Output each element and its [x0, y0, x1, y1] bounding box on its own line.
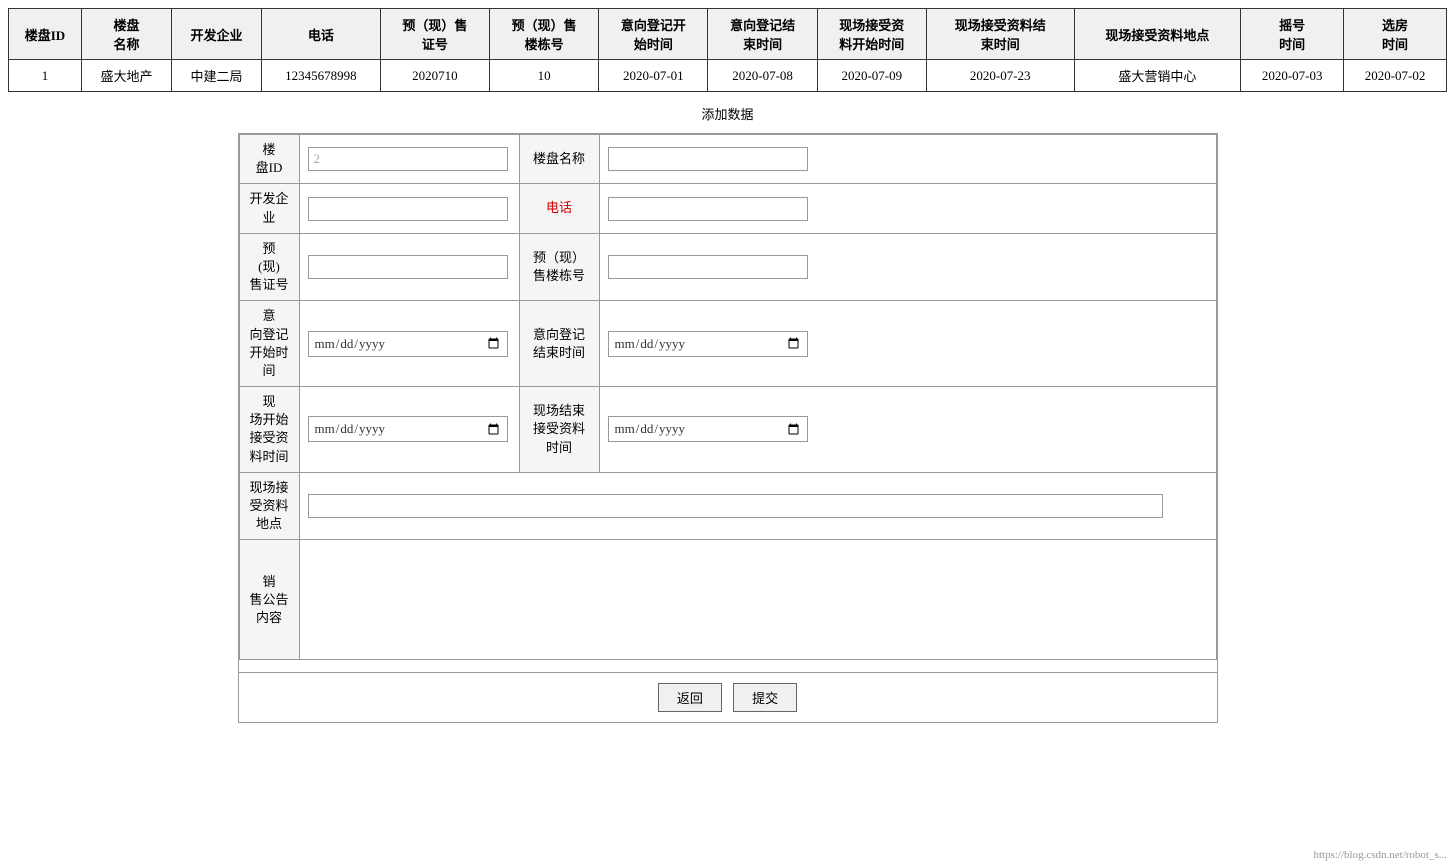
- label-phone: 电话: [519, 184, 599, 233]
- cell-recv-start: 2020-07-09: [817, 60, 926, 92]
- col-header-lottery: 摇号时间: [1241, 9, 1344, 60]
- cell-reg-end: 2020-07-08: [708, 60, 817, 92]
- col-header-recv-end: 现场接受资料结束时间: [926, 9, 1074, 60]
- label-sale-content: 销售公告内容: [239, 540, 299, 660]
- col-header-name: 楼盘名称: [81, 9, 171, 60]
- developer-input[interactable]: [308, 197, 508, 221]
- table-row: 1 盛大地产 中建二局 12345678998 2020710 10 2020-…: [9, 60, 1447, 92]
- label-reg-start: 意向登记开始时间: [239, 301, 299, 387]
- input-cell-reg-start: [299, 301, 519, 387]
- add-data-form: 楼盘ID 楼盘名称 开发企业 电话: [238, 133, 1218, 723]
- reg-start-input[interactable]: [308, 331, 508, 357]
- building-input[interactable]: [608, 255, 808, 279]
- label-reg-end: 意向登记结束时间: [519, 301, 599, 387]
- watermark: https://blog.csdn.net/robot_s...: [1313, 849, 1447, 861]
- input-cell-cert: [299, 233, 519, 301]
- form-row-6: 现场接受资料地点: [239, 472, 1216, 540]
- col-header-location: 现场接受资料地点: [1074, 9, 1241, 60]
- col-header-cert: 预（现）售证号: [380, 9, 489, 60]
- form-table: 楼盘ID 楼盘名称 开发企业 电话: [239, 134, 1217, 672]
- col-header-recv-start: 现场接受资料开始时间: [817, 9, 926, 60]
- cell-phone: 12345678998: [262, 60, 381, 92]
- input-cell-sale-content: [299, 540, 1216, 660]
- form-row-3: 预(现)售证号 预（现）售楼栋号: [239, 233, 1216, 301]
- label-developer: 开发企业: [239, 184, 299, 233]
- cell-id: 1: [9, 60, 82, 92]
- sale-content-textarea[interactable]: [300, 553, 1216, 643]
- col-header-developer: 开发企业: [172, 9, 262, 60]
- main-data-table: 楼盘ID 楼盘名称 开发企业 电话 预（现）售证号 预（现）售楼栋号 意向登记开…: [8, 8, 1447, 92]
- input-cell-developer: [299, 184, 519, 233]
- input-cell-reg-end: [599, 301, 1216, 387]
- form-row-4: 意向登记开始时间 意向登记结束时间: [239, 301, 1216, 387]
- loupan-id-input[interactable]: [308, 147, 508, 171]
- recv-start-input[interactable]: [308, 416, 508, 442]
- input-cell-building: [599, 233, 1216, 301]
- cell-name: 盛大地产: [81, 60, 171, 92]
- cell-reg-start: 2020-07-01: [599, 60, 708, 92]
- cert-input[interactable]: [308, 255, 508, 279]
- recv-end-input[interactable]: [608, 416, 808, 442]
- input-cell-recv-end: [599, 387, 1216, 473]
- label-location: 现场接受资料地点: [239, 472, 299, 540]
- label-recv-start: 现场开始接受资料时间: [239, 387, 299, 473]
- col-header-phone: 电话: [262, 9, 381, 60]
- add-data-label: 添加数据: [8, 104, 1447, 123]
- col-header-id: 楼盘ID: [9, 9, 82, 60]
- col-header-select: 选房时间: [1344, 9, 1447, 60]
- cell-recv-end: 2020-07-23: [926, 60, 1074, 92]
- reg-end-input[interactable]: [608, 331, 808, 357]
- form-row-spacer: [239, 660, 1216, 673]
- cell-location: 盛大营销中心: [1074, 60, 1241, 92]
- loupan-name-input[interactable]: [608, 147, 808, 171]
- input-cell-recv-start: [299, 387, 519, 473]
- cell-select: 2020-07-02: [1344, 60, 1447, 92]
- col-header-building: 预（现）售楼栋号: [490, 9, 599, 60]
- location-input[interactable]: [308, 494, 1163, 518]
- input-cell-phone: [599, 184, 1216, 233]
- cell-developer: 中建二局: [172, 60, 262, 92]
- cell-cert: 2020710: [380, 60, 489, 92]
- form-row-1: 楼盘ID 楼盘名称: [239, 135, 1216, 184]
- form-row-2: 开发企业 电话: [239, 184, 1216, 233]
- form-row-5: 现场开始接受资料时间 现场结束接受资料时间: [239, 387, 1216, 473]
- label-building: 预（现）售楼栋号: [519, 233, 599, 301]
- submit-button[interactable]: 提交: [733, 683, 797, 712]
- input-cell-location: [299, 472, 1216, 540]
- label-loupan-id: 楼盘ID: [239, 135, 299, 184]
- input-cell-loupan-id: [299, 135, 519, 184]
- col-header-reg-start: 意向登记开始时间: [599, 9, 708, 60]
- back-button[interactable]: 返回: [658, 683, 722, 712]
- spacer-cell: [239, 660, 1216, 673]
- col-header-reg-end: 意向登记结束时间: [708, 9, 817, 60]
- label-loupan-name: 楼盘名称: [519, 135, 599, 184]
- cell-building: 10: [490, 60, 599, 92]
- input-cell-loupan-name: [599, 135, 1216, 184]
- label-recv-end: 现场结束接受资料时间: [519, 387, 599, 473]
- cell-lottery: 2020-07-03: [1241, 60, 1344, 92]
- form-row-7: 销售公告内容: [239, 540, 1216, 660]
- button-row: 返回 提交: [239, 672, 1217, 722]
- phone-input[interactable]: [608, 197, 808, 221]
- label-cert: 预(现)售证号: [239, 233, 299, 301]
